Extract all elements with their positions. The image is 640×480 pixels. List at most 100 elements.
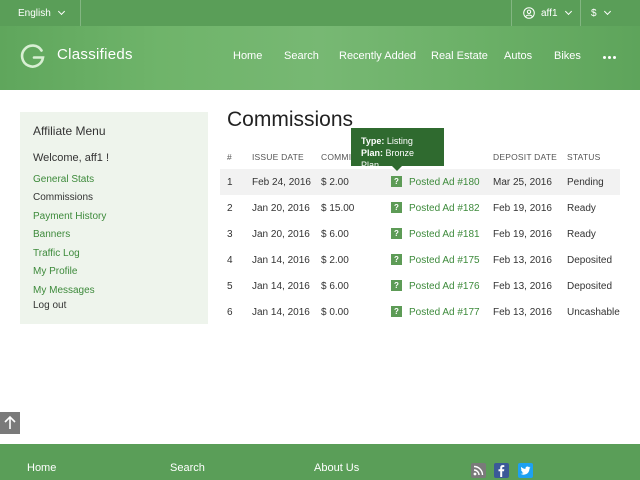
status-text: Deposited xyxy=(567,255,613,266)
twitter-icon[interactable] xyxy=(518,463,533,478)
table-row: 1 Feb 24, 2016 $ 2.00 ? Posted Ad #180 M… xyxy=(220,169,620,195)
nav-bikes[interactable]: Bikes xyxy=(554,50,581,62)
site-footer: Home Search About Us xyxy=(0,444,640,480)
status-text: Deposited xyxy=(567,281,613,292)
row-number: 1 xyxy=(227,177,233,188)
chevron-down-icon xyxy=(564,7,572,16)
deposit-date: Feb 19, 2016 xyxy=(493,203,552,214)
posted-ad-link[interactable]: Posted Ad #177 xyxy=(409,307,480,318)
row-number: 6 xyxy=(227,307,233,318)
brand-name[interactable]: Classifieds xyxy=(57,46,133,63)
row-number: 4 xyxy=(227,255,233,266)
posted-ad-link[interactable]: Posted Ad #182 xyxy=(409,203,480,214)
site-header: Classifieds Home Search Recently Added R… xyxy=(0,26,640,90)
table-row: 5 Jan 14, 2016 $ 6.00 ? Posted Ad #176 F… xyxy=(220,273,620,299)
column-header-issue-date: ISSUE DATE xyxy=(252,152,304,162)
help-icon[interactable]: ? xyxy=(391,306,402,317)
column-header-commission: COMMI xyxy=(321,152,352,162)
tooltip-plan-label: Plan: xyxy=(361,148,384,158)
user-icon xyxy=(523,7,535,19)
classifieds-logo-icon[interactable] xyxy=(20,43,46,69)
commission-amount: $ 2.00 xyxy=(321,255,349,266)
arrow-up-icon xyxy=(4,415,16,429)
issue-date: Jan 14, 2016 xyxy=(252,307,310,318)
footer-link-home[interactable]: Home xyxy=(27,462,56,474)
scroll-to-top-button[interactable] xyxy=(0,412,20,434)
deposit-date: Mar 25, 2016 xyxy=(493,177,552,188)
language-label: English xyxy=(18,7,51,19)
commission-amount: $ 6.00 xyxy=(321,229,349,240)
table-row: 4 Jan 14, 2016 $ 2.00 ? Posted Ad #175 F… xyxy=(220,247,620,273)
row-number: 5 xyxy=(227,281,233,292)
row-number: 3 xyxy=(227,229,233,240)
commission-amount: $ 2.00 xyxy=(321,177,349,188)
more-menu-icon[interactable] xyxy=(603,56,616,59)
page-title: Commissions xyxy=(227,108,354,131)
rss-icon[interactable] xyxy=(471,463,486,478)
issue-date: Jan 20, 2016 xyxy=(252,229,310,240)
divider xyxy=(580,0,581,26)
divider xyxy=(511,0,512,26)
status-text: Pending xyxy=(567,177,604,188)
language-selector[interactable]: English xyxy=(18,0,65,26)
row-number: 2 xyxy=(227,203,233,214)
sidebar-item-my-profile[interactable]: My Profile xyxy=(33,266,77,277)
currency-label: $ xyxy=(591,7,597,19)
chevron-down-icon xyxy=(57,7,65,16)
table-row: 2 Jan 20, 2016 $ 15.00 ? Posted Ad #182 … xyxy=(220,195,620,221)
column-header-number: # xyxy=(227,152,232,162)
nav-home[interactable]: Home xyxy=(233,50,262,62)
help-icon[interactable]: ? xyxy=(391,280,402,291)
nav-recently-added[interactable]: Recently Added xyxy=(339,50,416,62)
status-text: Ready xyxy=(567,229,596,240)
sidebar-item-general-stats[interactable]: General Stats xyxy=(33,174,94,185)
top-bar: English aff1 $ xyxy=(0,0,640,26)
tooltip-arrow xyxy=(392,166,402,171)
column-header-status: STATUS xyxy=(567,152,601,162)
nav-real-estate[interactable]: Real Estate xyxy=(431,50,488,62)
footer-link-about-us[interactable]: About Us xyxy=(314,462,359,474)
deposit-date: Feb 13, 2016 xyxy=(493,281,552,292)
currency-selector[interactable]: $ xyxy=(591,0,611,26)
commission-amount: $ 15.00 xyxy=(321,203,355,214)
sidebar-item-log-out[interactable]: Log out xyxy=(33,300,66,311)
divider xyxy=(80,0,81,26)
deposit-date: Feb 19, 2016 xyxy=(493,229,552,240)
sidebar-item-my-messages[interactable]: My Messages xyxy=(33,285,95,296)
table-row: 3 Jan 20, 2016 $ 6.00 ? Posted Ad #181 F… xyxy=(220,221,620,247)
nav-search[interactable]: Search xyxy=(284,50,319,62)
sidebar-title: Affiliate Menu xyxy=(33,124,106,138)
footer-link-search[interactable]: Search xyxy=(170,462,205,474)
issue-date: Jan 14, 2016 xyxy=(252,281,310,292)
chevron-down-icon xyxy=(603,7,611,16)
posted-ad-link[interactable]: Posted Ad #175 xyxy=(409,255,480,266)
deposit-date: Feb 13, 2016 xyxy=(493,307,552,318)
help-icon[interactable]: ? xyxy=(391,228,402,239)
help-icon[interactable]: ? xyxy=(391,254,402,265)
sidebar-item-commissions[interactable]: Commissions xyxy=(33,192,93,203)
nav-autos[interactable]: Autos xyxy=(504,50,532,62)
commission-amount: $ 6.00 xyxy=(321,281,349,292)
tooltip-type-value: Listing xyxy=(386,136,413,146)
help-icon[interactable]: ? xyxy=(391,176,402,187)
user-menu[interactable]: aff1 xyxy=(523,0,572,26)
sidebar-item-traffic-log[interactable]: Traffic Log xyxy=(33,248,80,259)
welcome-text: Welcome, aff1 ! xyxy=(33,152,110,164)
posted-ad-link[interactable]: Posted Ad #176 xyxy=(409,281,480,292)
sidebar-item-payment-history[interactable]: Payment History xyxy=(33,211,106,222)
facebook-icon[interactable] xyxy=(494,463,509,478)
posted-ad-link[interactable]: Posted Ad #180 xyxy=(409,177,480,188)
column-header-deposit-date: DEPOSIT DATE xyxy=(493,152,557,162)
tooltip-type-label: Type: xyxy=(361,136,385,146)
status-text: Uncashable xyxy=(567,307,620,318)
issue-date: Jan 20, 2016 xyxy=(252,203,310,214)
table-row: 6 Jan 14, 2016 $ 0.00 ? Posted Ad #177 F… xyxy=(220,299,620,325)
affiliate-sidebar: Affiliate Menu Welcome, aff1 ! General S… xyxy=(20,112,208,324)
deposit-date: Feb 13, 2016 xyxy=(493,255,552,266)
sidebar-item-banners[interactable]: Banners xyxy=(33,229,70,240)
commission-amount: $ 0.00 xyxy=(321,307,349,318)
issue-date: Feb 24, 2016 xyxy=(252,177,311,188)
posted-ad-link[interactable]: Posted Ad #181 xyxy=(409,229,480,240)
username: aff1 xyxy=(541,7,558,19)
help-icon[interactable]: ? xyxy=(391,202,402,213)
